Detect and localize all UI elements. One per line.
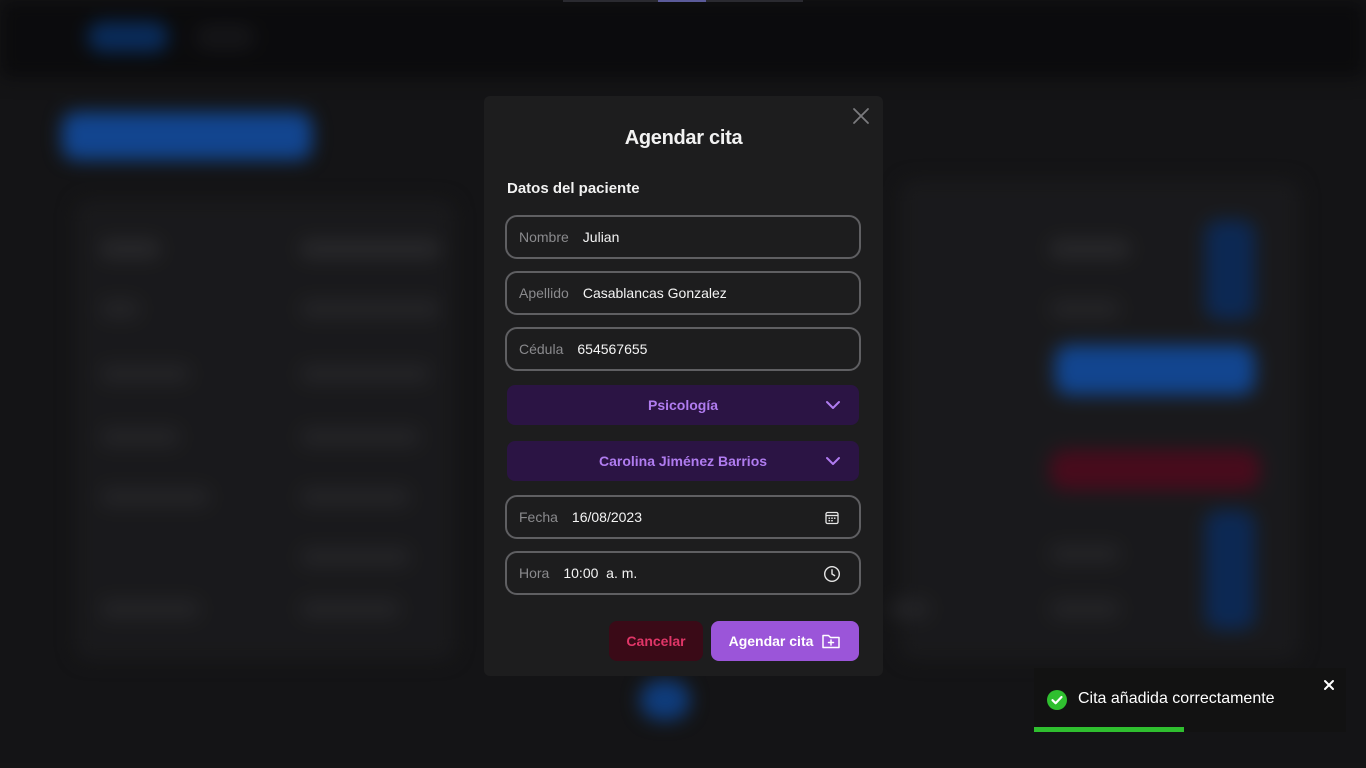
success-toast: Cita añadida correctamente — [1034, 668, 1346, 732]
doctor-select[interactable]: Carolina Jiménez Barrios — [507, 441, 859, 481]
cancel-button-label: Cancelar — [626, 633, 686, 649]
nombre-label: Nombre — [519, 229, 569, 245]
toast-message: Cita añadida correctamente — [1078, 690, 1275, 707]
apellido-value: Casablancas Gonzalez — [582, 285, 727, 301]
cedula-label: Cédula — [519, 341, 564, 357]
chevron-down-icon — [825, 397, 841, 413]
specialty-select-value: Psicología — [647, 397, 719, 413]
fecha-label: Fecha — [519, 509, 558, 525]
close-icon[interactable] — [850, 105, 872, 127]
cancel-button[interactable]: Cancelar — [609, 621, 703, 661]
apellido-label: Apellido — [519, 285, 569, 301]
section-title-patient-data: Datos del paciente — [507, 180, 640, 197]
fecha-value: 16/08/2023 — [571, 509, 642, 525]
specialty-select[interactable]: Psicología — [507, 385, 859, 425]
schedule-button-label: Agendar cita — [728, 633, 814, 649]
hora-label: Hora — [519, 565, 550, 581]
check-circle-icon — [1046, 689, 1068, 711]
calendar-icon[interactable] — [823, 509, 841, 527]
modal-title: Agendar cita — [624, 127, 743, 149]
clock-icon[interactable] — [823, 565, 841, 583]
nombre-field[interactable]: Nombre Julian — [505, 215, 861, 259]
schedule-appointment-button[interactable]: Agendar cita — [711, 621, 859, 661]
doctor-select-value: Carolina Jiménez Barrios — [598, 453, 768, 469]
top-scroll-thumb[interactable] — [658, 0, 706, 2]
close-icon[interactable] — [1322, 678, 1336, 692]
nombre-value: Julian — [582, 229, 620, 245]
cedula-value: 654567655 — [577, 341, 648, 357]
hora-field[interactable]: Hora 10:00 a. m. — [505, 551, 861, 595]
chevron-down-icon — [825, 453, 841, 469]
fecha-field[interactable]: Fecha 16/08/2023 — [505, 495, 861, 539]
apellido-field[interactable]: Apellido Casablancas Gonzalez — [505, 271, 861, 315]
folder-plus-icon — [821, 632, 841, 650]
cedula-field[interactable]: Cédula 654567655 — [505, 327, 861, 371]
toast-progress-bar — [1034, 727, 1184, 732]
hora-value: 10:00 a. m. — [563, 565, 638, 581]
